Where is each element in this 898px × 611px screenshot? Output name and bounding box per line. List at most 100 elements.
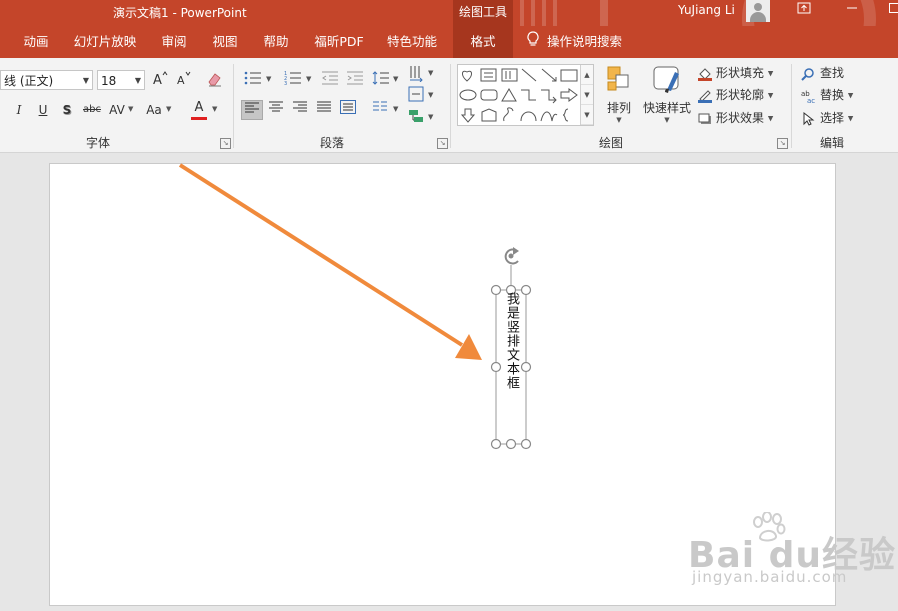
text-direction-icon [410,66,423,83]
gallery-scroll[interactable]: ▲ ▼ ▼ [580,65,593,125]
replace-button[interactable]: ab ac 替换 ▼ [801,85,853,105]
decrease-font-icon: A [177,71,191,87]
chevron-down-icon[interactable]: ▼ [306,75,311,83]
shape-fill-button[interactable]: 形状填充 ▼ [697,63,773,83]
maximize-icon[interactable] [884,2,898,20]
decrease-indent-button[interactable] [320,70,340,90]
title-bar: 演示文稿1 - PowerPoint 绘图工具 YuJiang Li [0,0,898,26]
tab-foxit-pdf[interactable]: 福昕PDF [308,26,370,58]
arrange-button[interactable]: 排列 ▼ [600,64,638,130]
group-separator [791,64,792,148]
clear-formatting-button[interactable] [204,70,224,90]
tab-view[interactable]: 视图 [203,26,247,58]
chevron-down-icon[interactable]: ▼ [393,105,398,113]
tab-animations[interactable]: 动画 [14,26,58,58]
chevron-down-icon[interactable]: ▼ [266,75,271,83]
font-size-combo[interactable]: 18 ▼ [97,70,145,90]
font-color-button[interactable]: A [190,98,208,120]
group-label-paragraph: 段落 [320,136,345,150]
chevron-down-icon: ▼ [82,76,89,85]
line-shape-icon [521,68,537,82]
cursor-arrow-icon [801,111,817,126]
pentagon-shape-icon [481,108,497,122]
columns-button[interactable] [370,100,390,120]
text-shadow-button[interactable]: S [58,100,76,120]
shape-outline-button[interactable]: 形状轮廓 ▼ [697,85,773,105]
replace-label: 替换 [820,88,845,102]
pen-outline-icon [697,89,713,103]
align-text-button[interactable] [407,86,425,106]
strikethrough-button[interactable]: abc [80,100,104,120]
search-icon [801,67,817,81]
align-right-icon [293,101,307,112]
find-button[interactable]: 查找 [801,63,844,83]
rounded-rectangle-icon [480,89,498,101]
replace-icon: ab ac [801,89,817,105]
chevron-down-icon[interactable]: ▼ [428,91,433,99]
title-decoration [600,0,608,26]
justify-button[interactable] [314,100,334,120]
quick-styles-icon [653,66,679,93]
avatar[interactable] [746,0,770,22]
distributed-button[interactable] [338,100,358,120]
arc-shape-icon [520,111,537,122]
align-left-button[interactable] [241,100,263,120]
quick-styles-button[interactable]: 快速样式 ▼ [642,64,692,130]
user-name[interactable]: YuJiang Li [678,3,735,17]
title-decoration [520,0,524,26]
font-name-combo[interactable]: 线 (正文) ▼ [0,70,93,90]
minimize-icon[interactable] [842,2,862,20]
tab-special-features[interactable]: 特色功能 [381,26,443,58]
font-color-letter: A [194,100,204,115]
select-button[interactable]: 选择 ▼ [801,108,853,128]
shapes-gallery[interactable]: ▲ ▼ ▼ [457,64,594,126]
svg-text:A: A [153,73,162,86]
baidu-watermark: Bai du经验 jingyan.baidu.com [688,512,895,592]
text-direction-button[interactable] [407,64,425,84]
align-right-button[interactable] [290,100,310,120]
tab-help[interactable]: 帮助 [254,26,298,58]
brace-shape-icon [562,108,569,122]
chevron-down-icon[interactable]: ▼ [393,75,398,83]
chevron-down-icon[interactable]: ▼ [428,113,433,121]
chevron-down-icon[interactable]: ▼ [212,105,217,113]
gallery-more-icon[interactable]: ▼ [581,105,593,125]
chevron-down-icon: ▼ [134,76,141,85]
chevron-down-icon[interactable]: ▼ [166,105,171,113]
group-label-editing: 编辑 [820,136,845,150]
line-spacing-button[interactable] [371,70,391,90]
font-color-bar [191,117,207,120]
tab-review[interactable]: 审阅 [152,26,196,58]
chevron-down-icon[interactable]: ▼ [428,69,433,77]
shape-effects-button[interactable]: 形状效果 ▼ [697,108,773,128]
font-dialog-launcher-icon[interactable]: ↘ [220,138,231,149]
gallery-scroll-up-icon[interactable]: ▲ [581,65,593,85]
chevron-down-icon[interactable]: ▼ [128,105,133,113]
italic-button[interactable]: I [10,100,28,120]
align-center-button[interactable] [266,100,286,120]
tab-format[interactable]: 格式 [453,26,513,58]
change-case-button[interactable]: Aa [144,100,164,120]
tell-me-search[interactable]: 操作说明搜索 [527,26,622,58]
arrange-icon [607,66,629,91]
drawing-dialog-launcher-icon[interactable]: ↘ [777,138,788,149]
title-decoration [542,0,546,26]
vertical-text-box-content[interactable]: 我是竖排文本框 [496,290,526,444]
line-spacing-icon [372,71,389,85]
convert-to-smartart-button[interactable] [407,108,425,128]
increase-indent-button[interactable] [345,70,365,90]
bullets-button[interactable] [243,70,263,90]
paragraph-dialog-launcher-icon[interactable]: ↘ [437,138,448,149]
gallery-scroll-down-icon[interactable]: ▼ [581,85,593,105]
chevron-down-icon: ▼ [847,114,854,123]
increase-font-size-button[interactable]: A [151,70,169,90]
numbering-button[interactable]: 123 [283,70,303,90]
underline-button[interactable]: U [34,100,52,120]
tab-slideshow[interactable]: 幻灯片放映 [70,26,140,58]
decrease-font-size-button[interactable]: A [175,70,193,90]
triangle-shape-icon [501,88,517,102]
character-spacing-button[interactable]: AV [108,100,126,120]
bullet-list-icon [244,71,261,85]
lightbulb-icon [527,27,539,59]
ribbon-display-options-icon[interactable] [794,2,814,20]
